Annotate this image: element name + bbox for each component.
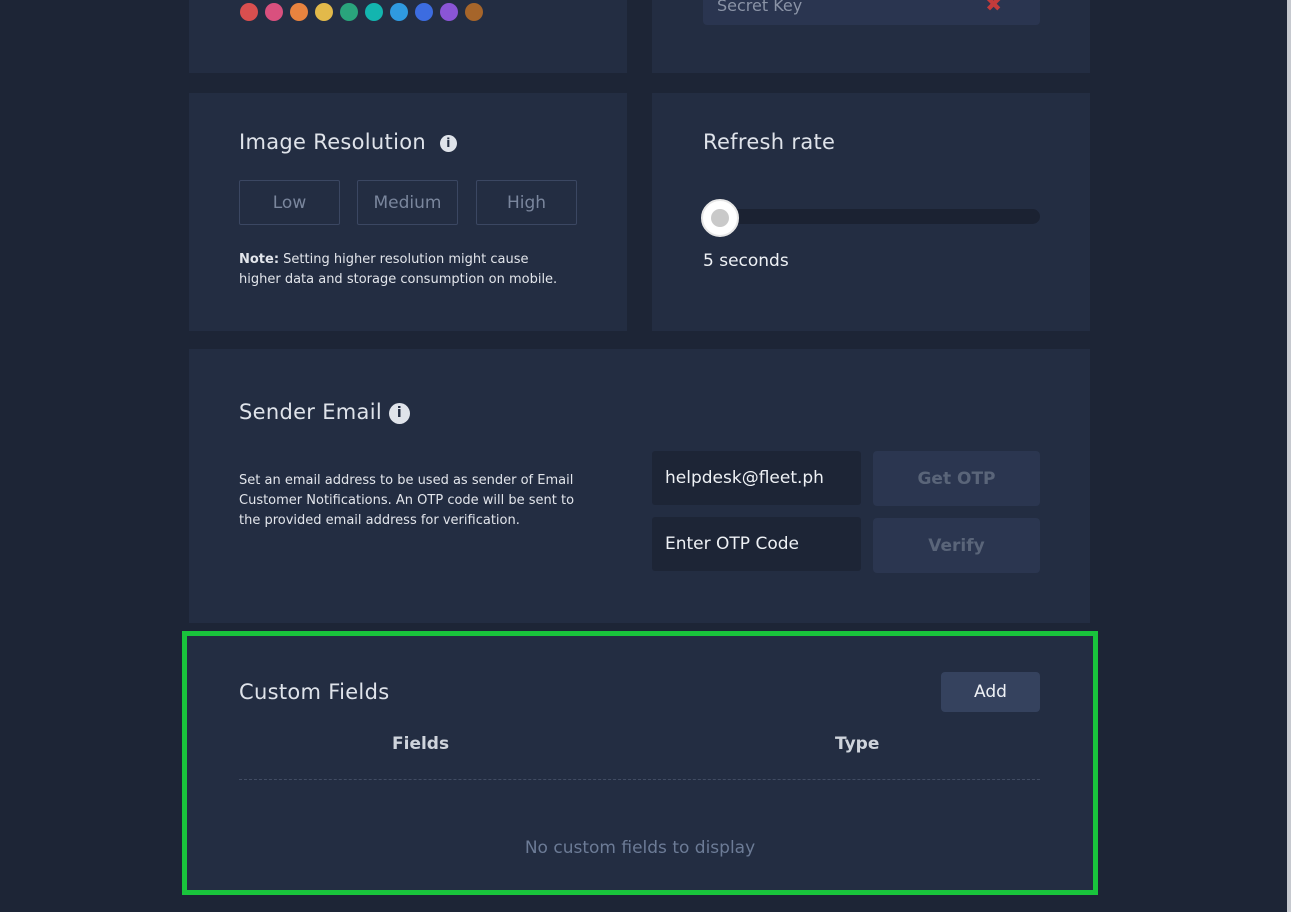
image-resolution-heading: Image Resolution i bbox=[239, 130, 457, 154]
resolution-high-button[interactable]: High bbox=[476, 180, 577, 225]
column-fields: Fields bbox=[392, 734, 450, 754]
image-resolution-title: Image Resolution bbox=[239, 130, 426, 154]
color-swatch[interactable] bbox=[440, 3, 458, 21]
resolution-medium-button[interactable]: Medium bbox=[357, 180, 458, 225]
x-icon[interactable]: ✖ bbox=[985, 0, 1002, 16]
column-type: Type bbox=[835, 734, 880, 754]
note-text: Setting higher resolution might cause hi… bbox=[239, 252, 558, 287]
color-swatch[interactable] bbox=[340, 3, 358, 21]
scrollbar[interactable] bbox=[1287, 0, 1291, 912]
color-swatch[interactable] bbox=[240, 3, 258, 21]
sender-email-title: Sender Email bbox=[239, 400, 382, 424]
color-swatch[interactable] bbox=[415, 3, 433, 21]
refresh-rate-title: Refresh rate bbox=[703, 130, 836, 154]
secret-key-placeholder: Secret Key bbox=[717, 0, 803, 15]
otp-code-input[interactable] bbox=[652, 517, 861, 571]
refresh-rate-value: 5 seconds bbox=[703, 251, 789, 271]
secret-key-card: Secret Key ✖ bbox=[652, 0, 1090, 73]
email-input[interactable] bbox=[652, 451, 861, 505]
add-custom-field-button[interactable]: Add bbox=[941, 672, 1040, 712]
empty-state-message: No custom fields to display bbox=[524, 838, 756, 858]
sender-email-card: Sender Email i Set an email address to b… bbox=[189, 349, 1090, 623]
color-card bbox=[189, 0, 627, 73]
info-icon[interactable]: i bbox=[388, 402, 410, 424]
color-swatch[interactable] bbox=[265, 3, 283, 21]
resolution-note: Note: Setting higher resolution might ca… bbox=[239, 250, 569, 290]
secret-key-input[interactable]: Secret Key ✖ bbox=[703, 0, 1040, 25]
color-swatch[interactable] bbox=[365, 3, 383, 21]
verify-button[interactable]: Verify bbox=[873, 518, 1040, 573]
color-swatch[interactable] bbox=[290, 3, 308, 21]
color-swatch[interactable] bbox=[390, 3, 408, 21]
get-otp-button[interactable]: Get OTP bbox=[873, 451, 1040, 506]
custom-fields-table-header: Fields Type bbox=[239, 734, 1040, 780]
color-swatch[interactable] bbox=[315, 3, 333, 21]
refresh-rate-card: Refresh rate 5 seconds bbox=[652, 93, 1090, 331]
sender-email-heading: Sender Email i bbox=[239, 400, 410, 424]
resolution-low-button[interactable]: Low bbox=[239, 180, 340, 225]
sender-email-description: Set an email address to be used as sende… bbox=[239, 473, 575, 528]
note-label: Note: bbox=[239, 252, 280, 267]
info-icon[interactable]: i bbox=[439, 134, 457, 152]
image-resolution-card: Image Resolution i Low Medium High Note:… bbox=[189, 93, 627, 331]
color-swatches bbox=[240, 3, 483, 21]
custom-fields-title: Custom Fields bbox=[239, 680, 390, 704]
custom-fields-card: Custom Fields Add Fields Type No custom … bbox=[182, 631, 1098, 895]
refresh-rate-slider-thumb[interactable] bbox=[701, 199, 739, 237]
refresh-rate-slider-track[interactable] bbox=[703, 209, 1040, 224]
color-swatch[interactable] bbox=[465, 3, 483, 21]
